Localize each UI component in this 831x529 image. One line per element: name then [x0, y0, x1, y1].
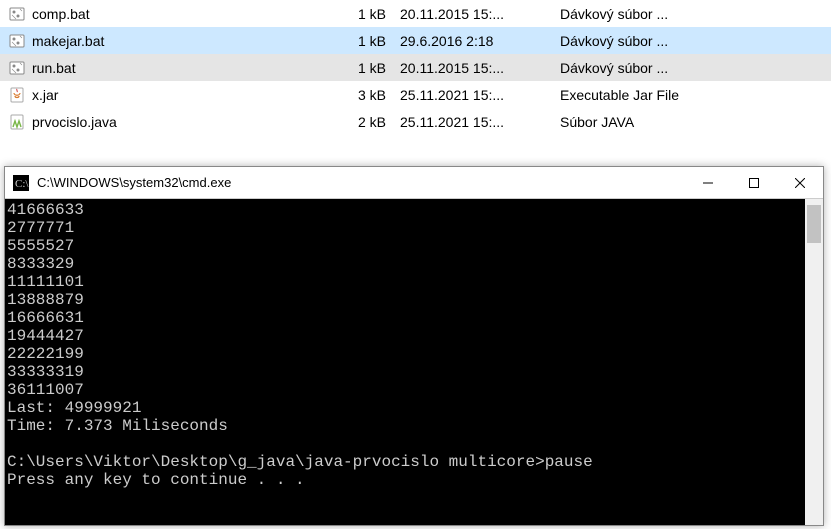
- file-type: Dávkový súbor ...: [560, 33, 823, 49]
- file-type: Executable Jar File: [560, 87, 823, 103]
- cmd-window: C:\ C:\WINDOWS\system32\cmd.exe 41666633…: [4, 166, 824, 526]
- file-row[interactable]: comp.bat1 kB20.11.2015 15:...Dávkový súb…: [0, 0, 831, 27]
- file-name: prvocislo.java: [32, 114, 342, 130]
- minimize-button[interactable]: [685, 167, 731, 199]
- file-type-icon: [8, 5, 26, 23]
- file-name: comp.bat: [32, 6, 342, 22]
- maximize-button[interactable]: [731, 167, 777, 199]
- file-row[interactable]: run.bat1 kB20.11.2015 15:...Dávkový súbo…: [0, 54, 831, 81]
- file-size: 1 kB: [342, 6, 400, 22]
- svg-text:C:\: C:\: [15, 178, 29, 190]
- file-type-icon: [8, 113, 26, 131]
- file-name: x.jar: [32, 87, 342, 103]
- file-date: 29.6.2016 2:18: [400, 33, 560, 49]
- file-type: Dávkový súbor ...: [560, 6, 823, 22]
- console-output[interactable]: 41666633 2777771 5555527 8333329 1111110…: [5, 199, 805, 525]
- file-name: run.bat: [32, 60, 342, 76]
- titlebar[interactable]: C:\ C:\WINDOWS\system32\cmd.exe: [5, 167, 823, 199]
- file-date: 25.11.2021 15:...: [400, 87, 560, 103]
- file-size: 1 kB: [342, 33, 400, 49]
- cmd-icon: C:\: [13, 175, 29, 191]
- titlebar-text: C:\WINDOWS\system32\cmd.exe: [37, 175, 685, 190]
- file-size: 1 kB: [342, 60, 400, 76]
- file-type-icon: [8, 86, 26, 104]
- file-size: 2 kB: [342, 114, 400, 130]
- file-type: Dávkový súbor ...: [560, 60, 823, 76]
- file-name: makejar.bat: [32, 33, 342, 49]
- close-button[interactable]: [777, 167, 823, 199]
- file-date: 20.11.2015 15:...: [400, 6, 560, 22]
- scrollbar[interactable]: ▲: [805, 199, 823, 525]
- file-row[interactable]: makejar.bat1 kB29.6.2016 2:18Dávkový súb…: [0, 27, 831, 54]
- file-type: Súbor JAVA: [560, 114, 823, 130]
- file-type-icon: [8, 32, 26, 50]
- file-date: 20.11.2015 15:...: [400, 60, 560, 76]
- file-row[interactable]: x.jar3 kB25.11.2021 15:...Executable Jar…: [0, 81, 831, 108]
- file-size: 3 kB: [342, 87, 400, 103]
- file-list: comp.bat1 kB20.11.2015 15:...Dávkový súb…: [0, 0, 831, 135]
- file-date: 25.11.2021 15:...: [400, 114, 560, 130]
- file-row[interactable]: prvocislo.java2 kB25.11.2021 15:...Súbor…: [0, 108, 831, 135]
- scroll-thumb[interactable]: [807, 205, 821, 243]
- file-type-icon: [8, 59, 26, 77]
